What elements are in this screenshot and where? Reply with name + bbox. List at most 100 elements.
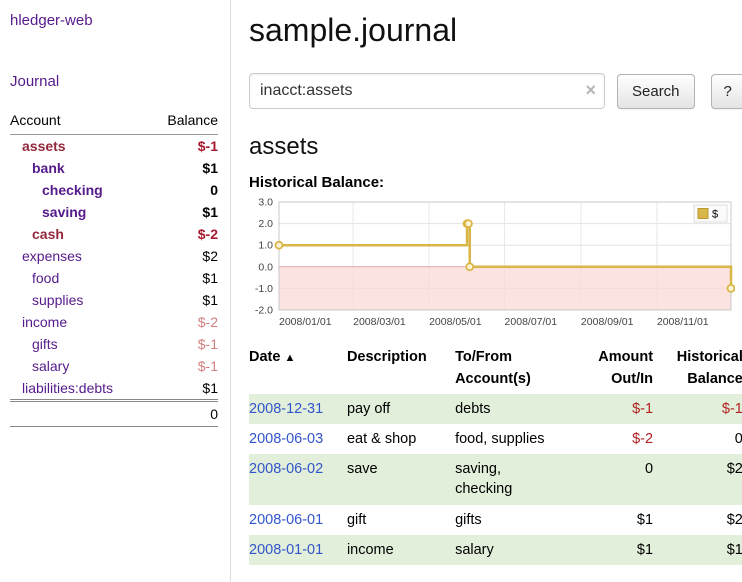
register-header-accounts: To/From Account(s) [455,344,577,394]
register-amount-cell: 0 [578,454,656,505]
account-row: assets $-1 [10,135,218,158]
sidebar-account-saving[interactable]: saving [42,204,86,220]
account-row: supplies $1 [10,289,218,311]
account-row: checking 0 [10,179,218,201]
register-balance-cell: 0 [655,424,742,454]
sort-ascending-icon: ▲ [284,352,295,364]
clear-search-icon[interactable]: × [585,80,596,100]
register-body: 2008-12-31pay offdebts$-1$-12008-06-03ea… [249,394,742,566]
page-title: sample.journal [249,12,742,49]
register-account-line: salary [455,540,571,560]
register-description-cell: pay off [347,394,455,424]
register-row: 2008-12-31pay offdebts$-1$-1 [249,394,742,424]
search-input[interactable] [249,73,605,109]
register-header-date[interactable]: Date▲ [249,344,347,394]
transaction-date-link[interactable]: 2008-12-31 [249,401,323,417]
sidebar-account-expenses[interactable]: expenses [22,248,82,264]
account-name-cell: expenses [10,245,150,267]
register-row: 2008-06-03eat & shopfood, supplies$-20 [249,424,742,454]
register-row: 2008-06-01giftgifts$1$2 [249,505,742,535]
accounts-table-body: assets$-1bank$1checking0saving$1cash$-2e… [10,135,218,401]
account-row: expenses $2 [10,245,218,267]
account-balance: $-1 [150,355,219,377]
account-balance: 0 [150,179,219,201]
sidebar-account-assets[interactable]: assets [22,138,66,154]
register-header-description-label: Description [347,349,427,365]
sidebar-account-gifts[interactable]: gifts [32,336,58,352]
svg-text:2008/03/01: 2008/03/01 [353,316,406,328]
svg-text:$: $ [712,209,718,221]
svg-text:2008/09/01: 2008/09/01 [581,316,634,328]
register-header-balance-line2: Balance [687,371,742,387]
sidebar-account-checking[interactable]: checking [42,182,103,198]
transaction-date-link[interactable]: 2008-01-01 [249,542,323,558]
sidebar-account-income[interactable]: income [22,314,67,330]
register-header-accounts-line1: To/From [455,349,512,365]
balance-chart: 3.02.01.00.0-1.0-2.02008/01/012008/03/01… [249,196,735,336]
sidebar-account-cash[interactable]: cash [32,226,64,242]
svg-text:2008/07/01: 2008/07/01 [505,316,558,328]
search-field-wrap: × [249,73,605,109]
help-button[interactable]: ? [711,74,742,109]
main-content: sample.journal × Search ? assets Histori… [231,0,742,582]
sidebar-account-food[interactable]: food [32,270,59,286]
account-name-cell: gifts [10,333,150,355]
account-balance: $-2 [150,223,219,245]
register-row: 2008-06-02savesaving,checking0$2 [249,454,742,505]
accounts-total-row: 0 [10,401,218,427]
svg-text:2008/01/01: 2008/01/01 [279,316,332,328]
register-header-amount: Amount Out/In [578,344,656,394]
account-balance: $1 [150,201,219,223]
register-header-amount-line2: Out/In [611,371,653,387]
transaction-date-link[interactable]: 2008-06-01 [249,512,323,528]
sidebar-account-liabilities-debts[interactable]: liabilities:debts [22,380,113,396]
accounts-total-spacer [10,401,150,427]
register-balance-cell: $2 [655,505,742,535]
register-accounts-cell: debts [455,394,577,424]
register-amount-cell: $1 [578,505,656,535]
app-title-link[interactable]: hledger-web [10,12,218,29]
svg-text:-2.0: -2.0 [255,305,273,317]
svg-text:2.0: 2.0 [258,218,273,230]
account-row: food $1 [10,267,218,289]
account-balance: $1 [150,267,219,289]
register-account-line: debts [455,399,571,419]
search-bar: × Search ? [249,73,742,109]
register-header-accounts-line2: Account(s) [455,371,531,387]
chart-title: Historical Balance: [249,174,742,191]
register-accounts-cell: saving,checking [455,454,577,505]
register-account-line: food, supplies [455,429,571,449]
transaction-date-link[interactable]: 2008-06-03 [249,431,323,447]
sidebar-item-journal[interactable]: Journal [10,73,218,90]
account-balance: $-1 [150,333,219,355]
register-description-cell: eat & shop [347,424,455,454]
account-row: income$-2 [10,311,218,333]
svg-text:3.0: 3.0 [258,197,273,209]
search-button[interactable]: Search [617,74,695,109]
account-name-cell: cash [10,223,150,245]
sidebar-account-bank[interactable]: bank [32,160,65,176]
register-accounts-cell: salary [455,535,577,565]
register-date-cell: 2008-01-01 [249,535,347,565]
account-row: liabilities:debts$1 [10,377,218,401]
account-balance: $1 [150,157,219,179]
account-balance: $1 [150,289,219,311]
register-balance-cell: $1 [655,535,742,565]
account-name-cell: bank [10,157,150,179]
account-balance: $2 [150,245,219,267]
svg-text:-1.0: -1.0 [255,283,273,295]
sidebar: hledger-web Journal Account Balance asse… [0,0,231,582]
accounts-total-value: 0 [150,401,219,427]
account-heading: assets [249,133,742,161]
register-header-amount-line1: Amount [598,349,653,365]
sidebar-account-supplies[interactable]: supplies [32,292,83,308]
register-balance-cell: $2 [655,454,742,505]
register-header-row: Date▲ Description To/From Account(s) Amo… [249,344,742,394]
register-accounts-cell: gifts [455,505,577,535]
transaction-date-link[interactable]: 2008-06-02 [249,461,323,477]
register-header-description: Description [347,344,455,394]
account-name-cell: assets [10,135,150,158]
accounts-table: Account Balance assets$-1bank$1checking0… [10,110,218,427]
sidebar-account-salary[interactable]: salary [32,358,69,374]
account-balance: $-1 [150,135,219,158]
